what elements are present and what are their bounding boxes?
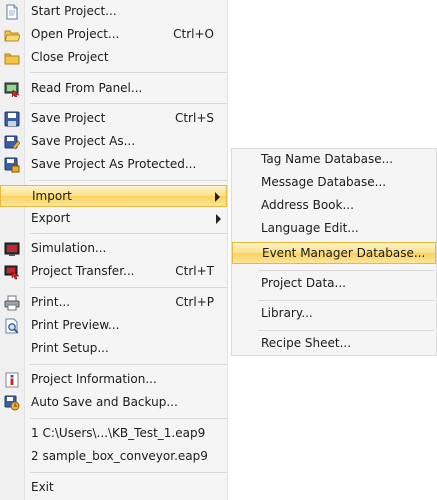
menu-item-save-project-as-protected[interactable]: Save Project As Protected... [0,154,227,176]
info-icon [4,372,20,388]
menu-item-save-project[interactable]: Save Project Ctrl+S [0,108,227,130]
menu-item-label: Simulation... [31,241,107,255]
menu-item-label: Export [31,211,71,225]
close-folder-icon [4,50,20,66]
submenu-arrow-icon [215,192,220,202]
read-from-panel-icon [4,81,20,97]
menu-separator [30,287,227,288]
menu-item-save-project-as[interactable]: Save Project As... [0,131,227,153]
menu-item-import[interactable]: Import [0,185,227,207]
menu-separator [30,180,227,181]
menu-item-shortcut: Ctrl+T [175,264,214,278]
printer-icon [4,295,20,311]
menu-item-label: Print... [31,295,71,309]
menu-item-label: Print Preview... [31,318,120,332]
menu-item-start-project[interactable]: Start Project... [0,1,227,23]
menu-item-label: 1 C:\Users\...\KB_Test_1.eap9 [31,426,206,440]
save-as-icon [4,134,20,150]
menu-item-project-information[interactable]: Project Information... [0,369,227,391]
menu-separator [30,364,227,365]
menu-item-shortcut: Ctrl+P [175,295,214,309]
save-icon [4,111,20,127]
menu-item-print-setup[interactable]: Print Setup... [0,338,227,360]
menu-separator [30,472,227,473]
menu-item-label: Read From Panel... [31,81,143,95]
submenu-arrow-icon [216,214,221,224]
new-document-icon [4,4,20,20]
menu-item-label: Save Project As Protected... [31,157,197,171]
menu-item-print-preview[interactable]: Print Preview... [0,315,227,337]
open-folder-icon [4,27,20,43]
submenu-item-tag-name-database[interactable]: Tag Name Database... [232,149,436,171]
menu-item-export[interactable]: Export [0,208,227,230]
submenu-item-label: Tag Name Database... [261,152,394,166]
simulation-icon [4,241,20,257]
menu-item-auto-save-and-backup[interactable]: Auto Save and Backup... [0,392,227,414]
menu-item-shortcut: Ctrl+S [174,111,214,125]
menu-separator [30,233,227,234]
submenu-separator [258,300,434,301]
menu-item-label: Save Project As... [31,134,136,148]
menu-item-label: Project Information... [31,372,157,386]
menu-item-label: Print Setup... [31,341,109,355]
submenu-item-label: Language Edit... [261,221,359,235]
submenu-item-label: Address Book... [261,198,354,212]
submenu-item-language-edit[interactable]: Language Edit... [232,218,436,240]
menu-item-shortcut: Ctrl+O [173,27,214,41]
submenu-item-recipe-sheet[interactable]: Recipe Sheet... [232,333,436,355]
menu-item-label: Auto Save and Backup... [31,395,178,409]
menu-item-label: Exit [31,480,54,494]
menu-item-print[interactable]: Print... Ctrl+P [0,292,227,314]
menu-item-exit[interactable]: Exit [0,477,227,499]
menu-item-label: Close Project [31,50,109,64]
menu-item-label: Open Project... [31,27,120,41]
menu-separator [30,418,227,419]
submenu-item-library[interactable]: Library... [232,303,436,325]
menu-item-label: Import [32,189,72,203]
menu-item-open-project[interactable]: Open Project... Ctrl+O [0,24,227,46]
print-preview-icon [4,318,20,334]
submenu-item-label: Project Data... [261,276,346,290]
menu-item-read-from-panel[interactable]: Read From Panel... [0,78,227,100]
save-protected-icon [4,157,20,173]
submenu-item-label: Event Manager Database... [262,246,426,260]
menu-separator [30,103,227,104]
menu-item-label: Project Transfer... [31,264,135,278]
file-menu: Start Project... Open Project... Ctrl+O … [0,0,228,500]
menu-item-recent-file-1[interactable]: 1 C:\Users\...\KB_Test_1.eap9 [0,423,227,445]
auto-save-icon [4,395,20,411]
menu-item-close-project[interactable]: Close Project [0,47,227,69]
submenu-item-message-database[interactable]: Message Database... [232,172,436,194]
menu-item-label: Save Project [31,111,106,125]
submenu-item-label: Recipe Sheet... [261,336,352,350]
menu-separator [30,72,227,73]
submenu-item-address-book[interactable]: Address Book... [232,195,436,217]
transfer-icon [4,264,20,280]
menu-item-simulation[interactable]: Simulation... [0,238,227,260]
menu-item-project-transfer[interactable]: Project Transfer... Ctrl+T [0,261,227,283]
import-submenu: Tag Name Database... Message Database...… [231,148,437,356]
submenu-item-project-data[interactable]: Project Data... [232,273,436,295]
menu-item-label: Start Project... [31,4,117,18]
submenu-item-label: Library... [261,306,313,320]
submenu-item-event-manager-database[interactable]: Event Manager Database... [232,242,436,264]
submenu-separator [258,270,434,271]
submenu-separator [258,330,434,331]
menu-item-label: 2 sample_box_conveyor.eap9 [31,449,208,463]
menu-item-recent-file-2[interactable]: 2 sample_box_conveyor.eap9 [0,446,227,468]
submenu-item-label: Message Database... [261,175,387,189]
